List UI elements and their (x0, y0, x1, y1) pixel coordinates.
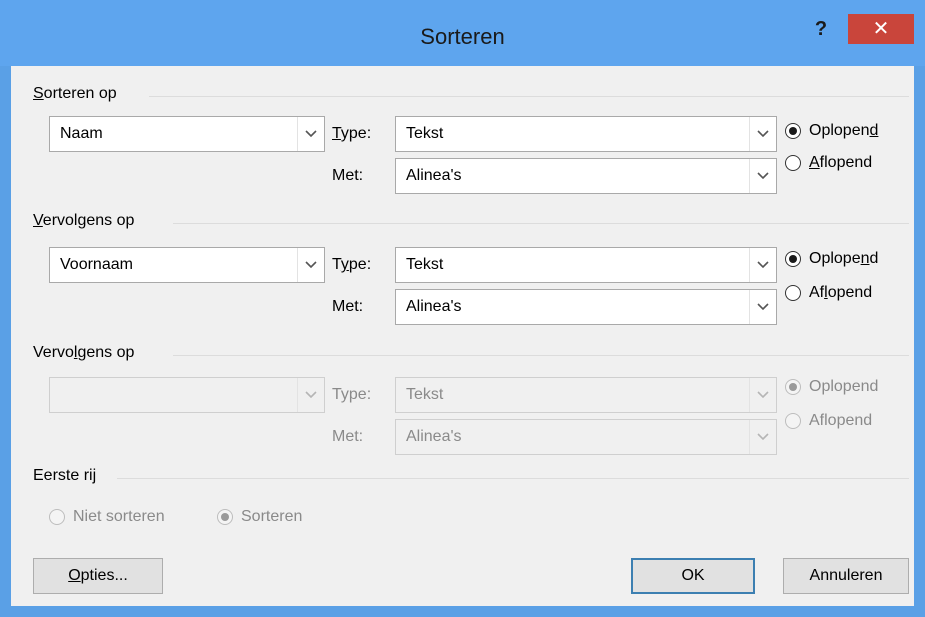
then-by-2-using-select[interactable]: Alinea's (395, 419, 777, 455)
ok-button[interactable]: OK (631, 558, 755, 594)
no-sort-label: Niet sorteren (73, 508, 165, 525)
close-button[interactable]: ✕ (848, 14, 914, 44)
sort-by-label-rest: orteren op (43, 85, 117, 102)
radio-unselected-icon (785, 285, 801, 301)
radio-selected-icon (217, 509, 233, 525)
then-by-ascending-radio[interactable]: Oplopend (785, 250, 878, 268)
met-label: Met: (332, 167, 364, 184)
chevron-down-icon[interactable] (749, 290, 776, 324)
ascending-label: Oplopend (809, 250, 879, 267)
divider (117, 478, 909, 479)
then-by-field-value: Voornaam (60, 256, 133, 273)
ascending-label: Oplopend (809, 378, 879, 395)
descending-label: Aflopend (809, 154, 873, 171)
then-by-2-field-select[interactable] (49, 377, 325, 413)
divider (173, 355, 909, 356)
close-icon: ✕ (872, 18, 890, 40)
sort-header-radio[interactable]: Sorteren (217, 508, 302, 526)
met-label: Met: (332, 428, 364, 445)
sort-by-field-select[interactable]: Naam (49, 116, 325, 152)
chevron-down-icon[interactable] (297, 248, 324, 282)
radio-selected-icon (785, 379, 801, 395)
dialog-body: Sorteren op Naam Type: Tekst Met: Alinea… (11, 66, 914, 606)
chevron-down-icon[interactable] (297, 378, 324, 412)
no-sort-header-radio[interactable]: Niet sorteren (49, 508, 165, 526)
chevron-down-icon[interactable] (749, 159, 776, 193)
header-row-label: Eerste rij (33, 467, 97, 484)
help-button[interactable]: ? (806, 14, 836, 44)
then-by-2-label: Vervolgens op (33, 344, 135, 361)
radio-unselected-icon (785, 413, 801, 429)
sort-dialog: Sorteren ? ✕ Sorteren op Naam Type: Teks… (0, 0, 925, 617)
then-by-2-type-select[interactable]: Tekst (395, 377, 777, 413)
chevron-down-icon[interactable] (749, 248, 776, 282)
radio-unselected-icon (785, 155, 801, 171)
sort-by-descending-radio[interactable]: Aflopend (785, 154, 872, 172)
type-label: Type: (332, 256, 372, 273)
then-by-2-ascending-radio[interactable]: Oplopend (785, 378, 878, 396)
divider (173, 223, 909, 224)
type-label: Type: (332, 125, 372, 142)
sort-by-field-value: Naam (60, 125, 103, 142)
sort-by-type-select[interactable]: Tekst (395, 116, 777, 152)
then-by-field-select[interactable]: Voornaam (49, 247, 325, 283)
then-by-using-value: Alinea's (406, 298, 462, 315)
cancel-label: Annuleren (809, 567, 883, 584)
divider (149, 96, 909, 97)
met-label: Met: (332, 298, 364, 315)
then-by-type-select[interactable]: Tekst (395, 247, 777, 283)
then-by-2-using-value: Alinea's (406, 428, 462, 445)
sort-by-using-value: Alinea's (406, 167, 462, 184)
ok-label: OK (681, 567, 705, 584)
ascending-label: Oplopend (809, 122, 879, 139)
then-by-2-descending-radio[interactable]: Aflopend (785, 412, 872, 430)
sort-header-label: Sorteren (241, 508, 303, 525)
radio-selected-icon (785, 251, 801, 267)
sort-by-using-select[interactable]: Alinea's (395, 158, 777, 194)
dialog-title: Sorteren (420, 24, 505, 49)
radio-selected-icon (785, 123, 801, 139)
chevron-down-icon[interactable] (749, 117, 776, 151)
descending-label: Aflopend (809, 412, 873, 429)
sort-by-type-value: Tekst (406, 125, 444, 142)
chevron-down-icon[interactable] (749, 420, 776, 454)
chevron-down-icon[interactable] (749, 378, 776, 412)
cancel-button[interactable]: Annuleren (783, 558, 909, 594)
sort-by-ascending-radio[interactable]: Oplopend (785, 122, 878, 140)
title-bar[interactable]: Sorteren ? ✕ (0, 0, 925, 66)
type-label: Type: (332, 386, 372, 403)
radio-unselected-icon (49, 509, 65, 525)
then-by-2-type-value: Tekst (406, 386, 444, 403)
then-by-using-select[interactable]: Alinea's (395, 289, 777, 325)
options-button[interactable]: Opties... (33, 558, 163, 594)
then-by-label: Vervolgens op (33, 212, 135, 229)
sort-by-label: Sorteren op (33, 85, 117, 103)
descending-label: Aflopend (809, 284, 873, 301)
then-by-descending-radio[interactable]: Aflopend (785, 284, 872, 302)
then-by-type-value: Tekst (406, 256, 444, 273)
chevron-down-icon[interactable] (297, 117, 324, 151)
options-label: Opties... (68, 567, 128, 584)
sort-by-label-mnemonic: S (33, 85, 44, 102)
